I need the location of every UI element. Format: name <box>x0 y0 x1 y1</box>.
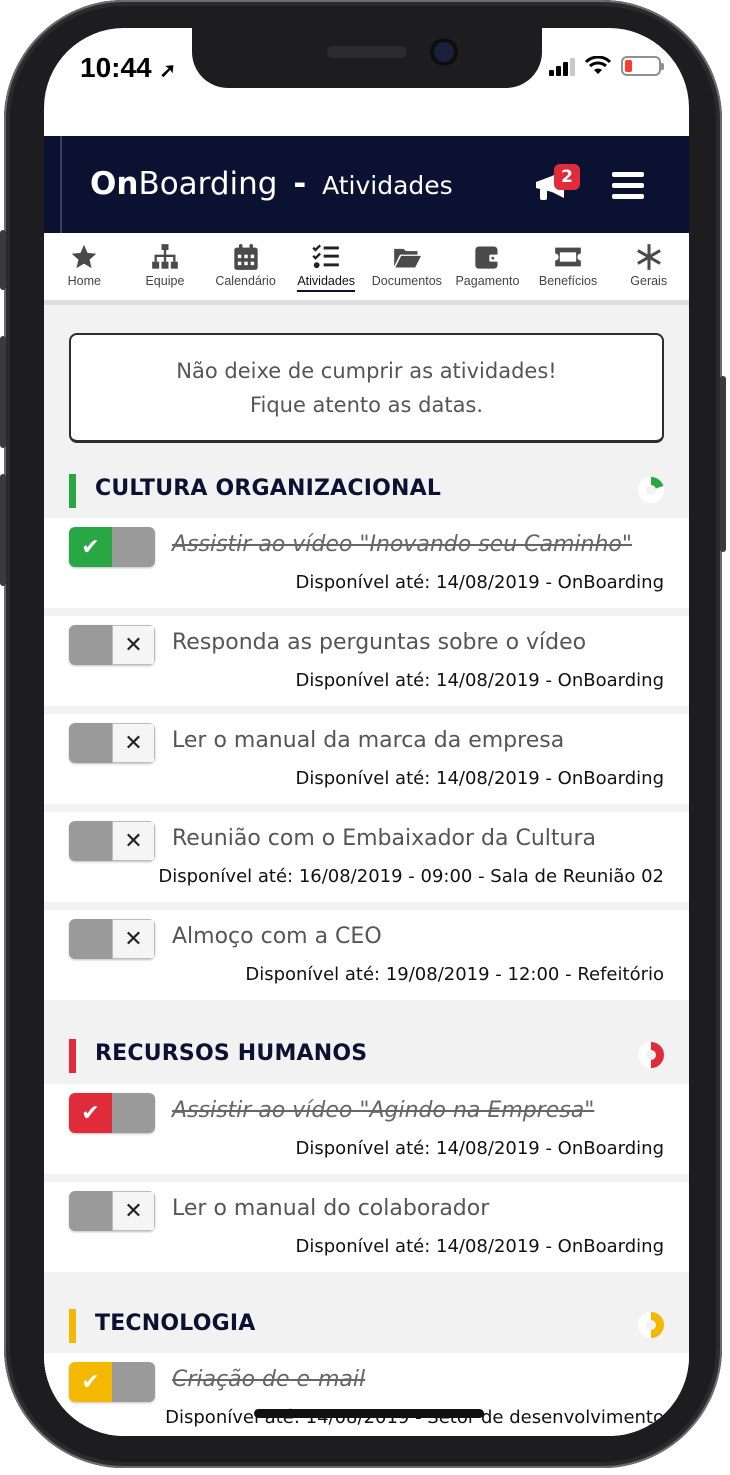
mute-switch <box>0 230 6 290</box>
folder-icon <box>393 248 421 268</box>
activity-item: ✔ Criação de e-mail Disponível até: 14/0… <box>44 1353 689 1436</box>
volume-down-button <box>0 474 6 586</box>
section-color-bar <box>69 1039 76 1073</box>
power-button <box>720 376 726 552</box>
notch <box>192 28 542 88</box>
tab-gerais[interactable]: Gerais <box>608 233 689 300</box>
signal-icon <box>549 56 575 76</box>
page-title: OnBoarding - Atividades <box>90 166 453 202</box>
screen: 10:44 ➚ OnBoarding - Atividades 2 Home E… <box>44 28 689 1436</box>
activity-toggle[interactable]: ✕ <box>69 723 155 763</box>
close-icon: ✕ <box>124 632 143 658</box>
activity-date: Disponível até: 14/08/2019 - OnBoarding <box>295 1138 664 1159</box>
hamburger-menu-icon[interactable] <box>612 172 644 200</box>
progress-arc <box>650 1312 664 1338</box>
activity-item: ✔ Assistir ao vídeo "Agindo na Empresa" … <box>44 1084 689 1174</box>
close-icon: ✕ <box>124 926 143 952</box>
tab-atividades[interactable]: Atividades <box>286 233 367 300</box>
progress-ring-icon <box>638 1312 664 1338</box>
section-header-rh: RECURSOS HUMANOS <box>44 1025 689 1085</box>
notice-box: Não deixe de cumprir as atividades! Fiqu… <box>69 333 664 443</box>
activity-date: Disponível até: 14/08/2019 - OnBoarding <box>295 768 664 789</box>
activity-toggle[interactable]: ✔ <box>69 527 155 567</box>
wifi-icon <box>585 56 611 74</box>
camera <box>430 38 458 66</box>
checklist-icon <box>312 244 340 269</box>
activity-item: ✔ Assistir ao vídeo "Inovando seu Caminh… <box>44 518 689 608</box>
activity-date: Disponível até: 19/08/2019 - 12:00 - Ref… <box>245 964 664 985</box>
tab-nav: Home Equipe Calendário Atividades Docume… <box>44 233 689 305</box>
close-icon: ✕ <box>124 828 143 854</box>
activity-item: ✕ Responda as perguntas sobre o vídeo Di… <box>44 616 689 706</box>
activity-item: ✕ Reunião com o Embaixador da Cultura Di… <box>44 812 689 902</box>
tab-equipe[interactable]: Equipe <box>125 233 206 300</box>
app-header: OnBoarding - Atividades 2 <box>44 136 689 233</box>
volume-up-button <box>0 336 6 448</box>
check-icon: ✔ <box>81 534 100 560</box>
star-icon <box>72 244 97 269</box>
activity-item: ✕ Almoço com a CEO Disponível até: 19/08… <box>44 910 689 1000</box>
activity-title: Responda as perguntas sobre o vídeo <box>172 630 587 655</box>
asterisk-icon <box>636 244 661 270</box>
section-header-tecnologia: TECNOLOGIA <box>44 1295 689 1355</box>
location-arrow-icon: ➚ <box>159 60 177 82</box>
activities-content: Não deixe de cumprir as atividades! Fiqu… <box>44 305 689 1436</box>
activity-title: Reunião com o Embaixador da Cultura <box>172 826 597 851</box>
tab-calendario[interactable]: Calendário <box>205 233 286 300</box>
activity-toggle[interactable]: ✕ <box>69 625 155 665</box>
activity-date: Disponível até: 14/08/2019 - OnBoarding <box>295 572 664 593</box>
tab-home[interactable]: Home <box>44 233 125 300</box>
check-icon: ✔ <box>81 1369 100 1395</box>
status-icons <box>549 56 664 76</box>
activity-title: Almoço com a CEO <box>172 924 382 949</box>
tab-documentos[interactable]: Documentos <box>367 233 448 300</box>
activity-toggle[interactable]: ✔ <box>69 1093 155 1133</box>
home-indicator[interactable] <box>254 1409 484 1418</box>
activity-date: Disponível até: 16/08/2019 - 09:00 - Sal… <box>158 866 664 887</box>
activity-title: Criação de e-mail <box>172 1367 366 1392</box>
activity-item: ✕ Ler o manual da marca da empresa Dispo… <box>44 714 689 804</box>
close-icon: ✕ <box>124 1198 143 1224</box>
progress-arc <box>650 477 664 489</box>
activity-toggle[interactable]: ✕ <box>69 1191 155 1231</box>
tab-beneficios[interactable]: Benefícios <box>528 233 609 300</box>
activity-title: Ler o manual da marca da empresa <box>172 728 565 753</box>
battery-icon <box>621 56 664 76</box>
wallet-icon <box>475 246 501 269</box>
section-color-bar <box>69 474 76 508</box>
activity-title: Assistir ao vídeo "Agindo na Empresa" <box>172 1098 595 1123</box>
section-header-cultura: CULTURA ORGANIZACIONAL <box>44 460 689 520</box>
progress-ring-icon <box>638 1042 664 1068</box>
speaker <box>327 46 407 58</box>
activity-toggle[interactable]: ✕ <box>69 821 155 861</box>
progress-arc <box>650 1042 664 1068</box>
activity-toggle[interactable]: ✕ <box>69 919 155 959</box>
tab-pagamento[interactable]: Pagamento <box>447 233 528 300</box>
progress-ring-icon <box>638 477 664 503</box>
activity-title: Assistir ao vídeo "Inovando seu Caminho" <box>172 532 633 557</box>
phone-frame: 10:44 ➚ OnBoarding - Atividades 2 Home E… <box>0 0 726 1468</box>
activity-item: ✕ Ler o manual do colaborador Disponível… <box>44 1182 689 1272</box>
activity-date: Disponível até: 14/08/2019 - OnBoarding <box>295 1236 664 1257</box>
section-color-bar <box>69 1309 76 1343</box>
activity-title: Ler o manual do colaborador <box>172 1196 490 1221</box>
check-icon: ✔ <box>81 1100 100 1126</box>
activity-toggle[interactable]: ✔ <box>69 1362 155 1402</box>
ticket-icon <box>555 247 581 267</box>
activity-date: Disponível até: 14/08/2019 - OnBoarding <box>295 670 664 691</box>
close-icon: ✕ <box>124 730 143 756</box>
status-time: 10:44 ➚ <box>80 52 177 83</box>
notification-badge[interactable]: 2 <box>554 164 580 190</box>
org-chart-icon <box>152 244 178 269</box>
calendar-icon <box>233 244 258 270</box>
